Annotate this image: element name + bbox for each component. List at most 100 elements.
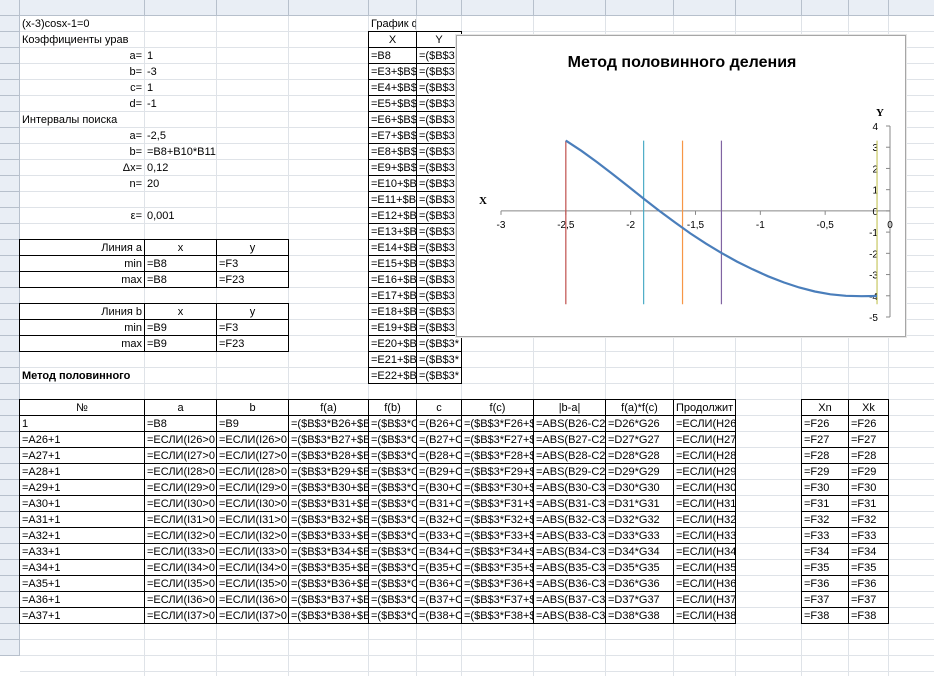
cell-f11[interactable]: =($B$3* bbox=[417, 176, 461, 192]
cell-g31[interactable]: =($B$3*F31+$ bbox=[462, 496, 533, 512]
cell-m28[interactable]: =F28 bbox=[849, 448, 888, 464]
cell-m25[interactable]: Xk bbox=[849, 400, 888, 416]
row-header[interactable] bbox=[0, 384, 20, 400]
cell-f26[interactable]: =(B26+C bbox=[417, 416, 461, 432]
row-header[interactable] bbox=[0, 576, 20, 592]
cell-b17[interactable]: =B8 bbox=[145, 272, 216, 288]
cell-g27[interactable]: =($B$3*F27+$ bbox=[462, 432, 533, 448]
cell-h28[interactable]: =ABS(B28-C28 bbox=[534, 448, 605, 464]
cell-l28[interactable]: =F28 bbox=[802, 448, 848, 464]
cell-a34[interactable]: =A33+1 bbox=[20, 544, 144, 560]
column-header[interactable] bbox=[674, 0, 736, 16]
cell-a38[interactable]: =A37+1 bbox=[20, 608, 144, 624]
cell-b15[interactable]: x bbox=[145, 240, 216, 256]
cell-d38[interactable]: =($B$3*B38+$B bbox=[289, 608, 368, 624]
cell-f3[interactable]: =($B$3* bbox=[417, 48, 461, 64]
cell-a1[interactable]: (x-3)cosx-1=0 bbox=[20, 16, 144, 32]
cell-c26[interactable]: =B9 bbox=[217, 416, 288, 432]
cell-f38[interactable]: =(B38+C bbox=[417, 608, 461, 624]
row-header[interactable] bbox=[0, 624, 20, 640]
cell-b35[interactable]: =ЕСЛИ(I34>0; bbox=[145, 560, 216, 576]
row-header[interactable] bbox=[0, 32, 20, 48]
cell-g26[interactable]: =($B$3*F26+$ bbox=[462, 416, 533, 432]
cell-j31[interactable]: =ЕСЛИ(H31 bbox=[674, 496, 735, 512]
cell-f13[interactable]: =($B$3* bbox=[417, 208, 461, 224]
cell-e33[interactable]: =($B$3*C bbox=[369, 528, 416, 544]
cell-f23[interactable]: =($B$3* bbox=[417, 368, 461, 384]
cell-f17[interactable]: =($B$3* bbox=[417, 272, 461, 288]
cell-h31[interactable]: =ABS(B31-C31 bbox=[534, 496, 605, 512]
column-header[interactable] bbox=[849, 0, 889, 16]
cell-b26[interactable]: =B8 bbox=[145, 416, 216, 432]
cell-m33[interactable]: =F33 bbox=[849, 528, 888, 544]
cell-d30[interactable]: =($B$3*B30+$B bbox=[289, 480, 368, 496]
cell-b30[interactable]: =ЕСЛИ(I29>0; bbox=[145, 480, 216, 496]
cell-j32[interactable]: =ЕСЛИ(H32 bbox=[674, 512, 735, 528]
cell-h25[interactable]: |b-a| bbox=[534, 400, 605, 416]
cell-a20[interactable]: min bbox=[20, 320, 144, 336]
cell-f27[interactable]: =(B27+C bbox=[417, 432, 461, 448]
column-header[interactable] bbox=[369, 0, 417, 16]
cell-i27[interactable]: =D27*G27 bbox=[606, 432, 673, 448]
column-header[interactable] bbox=[736, 0, 802, 16]
cell-i34[interactable]: =D34*G34 bbox=[606, 544, 673, 560]
cell-a25[interactable]: № bbox=[20, 400, 144, 416]
cell-g38[interactable]: =($B$3*F38+$ bbox=[462, 608, 533, 624]
cell-b36[interactable]: =ЕСЛИ(I35>0; bbox=[145, 576, 216, 592]
cell-m35[interactable]: =F35 bbox=[849, 560, 888, 576]
cell-e22[interactable]: =E21+$B$ bbox=[369, 352, 416, 368]
cell-b34[interactable]: =ЕСЛИ(I33>0; bbox=[145, 544, 216, 560]
cell-m32[interactable]: =F32 bbox=[849, 512, 888, 528]
cell-m27[interactable]: =F27 bbox=[849, 432, 888, 448]
cell-h30[interactable]: =ABS(B30-C30 bbox=[534, 480, 605, 496]
cell-c38[interactable]: =ЕСЛИ(I37>0; bbox=[217, 608, 288, 624]
cell-e29[interactable]: =($B$3*C bbox=[369, 464, 416, 480]
column-header[interactable] bbox=[20, 0, 145, 16]
cell-f34[interactable]: =(B34+C bbox=[417, 544, 461, 560]
row-header[interactable] bbox=[0, 144, 20, 160]
cell-e25[interactable]: f(b) bbox=[369, 400, 416, 416]
cell-j25[interactable]: Продолжит bbox=[674, 400, 735, 416]
cell-h36[interactable]: =ABS(B36-C36 bbox=[534, 576, 605, 592]
cell-a31[interactable]: =A30+1 bbox=[20, 496, 144, 512]
cell-i30[interactable]: =D30*G30 bbox=[606, 480, 673, 496]
cell-f10[interactable]: =($B$3* bbox=[417, 160, 461, 176]
cell-b19[interactable]: x bbox=[145, 304, 216, 320]
cell-d37[interactable]: =($B$3*B37+$B bbox=[289, 592, 368, 608]
cell-f36[interactable]: =(B36+C bbox=[417, 576, 461, 592]
cell-i25[interactable]: f(a)*f(c) bbox=[606, 400, 673, 416]
cell-m26[interactable]: =F26 bbox=[849, 416, 888, 432]
cell-j30[interactable]: =ЕСЛИ(H30 bbox=[674, 480, 735, 496]
cell-d31[interactable]: =($B$3*B31+$B bbox=[289, 496, 368, 512]
row-header[interactable] bbox=[0, 80, 20, 96]
cell-d32[interactable]: =($B$3*B32+$B bbox=[289, 512, 368, 528]
cell-h38[interactable]: =ABS(B38-C38 bbox=[534, 608, 605, 624]
cell-e20[interactable]: =E19+$B$ bbox=[369, 320, 416, 336]
cell-b8[interactable]: -2,5 bbox=[145, 128, 216, 144]
cell-b38[interactable]: =ЕСЛИ(I37>0; bbox=[145, 608, 216, 624]
cell-e21[interactable]: =E20+$B$ bbox=[369, 336, 416, 352]
cell-j34[interactable]: =ЕСЛИ(H34 bbox=[674, 544, 735, 560]
cell-m30[interactable]: =F30 bbox=[849, 480, 888, 496]
cell-e2[interactable]: X bbox=[369, 32, 416, 48]
cell-i29[interactable]: =D29*G29 bbox=[606, 464, 673, 480]
column-header[interactable] bbox=[534, 0, 606, 16]
cell-b32[interactable]: =ЕСЛИ(I31>0; bbox=[145, 512, 216, 528]
cell-g34[interactable]: =($B$3*F34+$ bbox=[462, 544, 533, 560]
row-header[interactable] bbox=[0, 544, 20, 560]
cell-a26[interactable]: 1 bbox=[20, 416, 144, 432]
cell-f6[interactable]: =($B$3* bbox=[417, 96, 461, 112]
cell-b11[interactable]: 20 bbox=[145, 176, 216, 192]
cell-c33[interactable]: =ЕСЛИ(I32>0; bbox=[217, 528, 288, 544]
column-header[interactable] bbox=[889, 0, 934, 16]
column-header[interactable] bbox=[606, 0, 674, 16]
cell-l38[interactable]: =F38 bbox=[802, 608, 848, 624]
cell-l34[interactable]: =F34 bbox=[802, 544, 848, 560]
cell-c16[interactable]: =F3 bbox=[217, 256, 288, 272]
cell-e18[interactable]: =E17+$B$ bbox=[369, 288, 416, 304]
cell-j27[interactable]: =ЕСЛИ(H27 bbox=[674, 432, 735, 448]
cell-e38[interactable]: =($B$3*C bbox=[369, 608, 416, 624]
row-header[interactable] bbox=[0, 336, 20, 352]
row-header[interactable] bbox=[0, 496, 20, 512]
cell-h33[interactable]: =ABS(B33-C33 bbox=[534, 528, 605, 544]
